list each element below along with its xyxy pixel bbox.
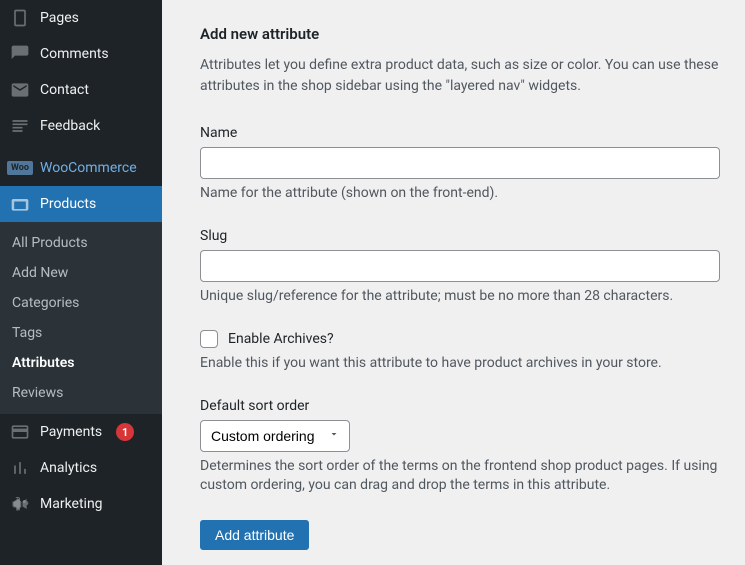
- slug-field: Slug Unique slug/reference for the attri…: [200, 228, 725, 307]
- submenu-add-new[interactable]: Add New: [0, 258, 162, 288]
- sidebar-item-contact[interactable]: Contact: [0, 72, 162, 108]
- name-field: Name Name for the attribute (shown on th…: [200, 125, 725, 204]
- sidebar-label: Pages: [40, 10, 79, 26]
- analytics-icon: [10, 458, 30, 478]
- main-content: Add new attribute Attributes let you def…: [162, 0, 745, 565]
- sidebar-item-feedback[interactable]: Feedback: [0, 108, 162, 144]
- sidebar-item-comments[interactable]: Comments: [0, 36, 162, 72]
- page-icon: [10, 8, 30, 28]
- payments-icon: [10, 422, 30, 442]
- page-heading: Add new attribute: [200, 25, 725, 43]
- submenu-categories[interactable]: Categories: [0, 288, 162, 318]
- sidebar-label: Products: [40, 196, 96, 212]
- sidebar-item-products[interactable]: Products: [0, 186, 162, 222]
- slug-help: Unique slug/reference for the attribute;…: [200, 287, 725, 307]
- archives-checkbox[interactable]: [200, 330, 218, 348]
- submenu-reviews[interactable]: Reviews: [0, 378, 162, 408]
- sidebar-label: Contact: [40, 82, 89, 98]
- archives-field: Enable Archives? Enable this if you want…: [200, 330, 725, 374]
- feedback-icon: [10, 116, 30, 136]
- submenu-attributes[interactable]: Attributes: [0, 348, 162, 378]
- mail-icon: [10, 80, 30, 100]
- sidebar-label: WooCommerce: [40, 160, 137, 176]
- sidebar-label: Payments: [40, 424, 102, 440]
- sidebar-item-marketing[interactable]: Marketing: [0, 486, 162, 522]
- slug-input[interactable]: [200, 250, 720, 282]
- comment-icon: [10, 44, 30, 64]
- sort-label: Default sort order: [200, 398, 725, 414]
- payments-badge: 1: [116, 423, 134, 441]
- sidebar-item-analytics[interactable]: Analytics: [0, 450, 162, 486]
- intro-text: Attributes let you define extra product …: [200, 55, 725, 97]
- products-icon: [10, 194, 30, 214]
- submenu-tags[interactable]: Tags: [0, 318, 162, 348]
- name-input[interactable]: [200, 147, 720, 179]
- archives-label: Enable Archives?: [228, 331, 334, 347]
- name-help: Name for the attribute (shown on the fro…: [200, 184, 725, 204]
- sidebar-label: Comments: [40, 46, 109, 62]
- sort-help: Determines the sort order of the terms o…: [200, 457, 720, 496]
- woo-icon: Woo: [10, 158, 30, 178]
- sidebar-item-woocommerce[interactable]: Woo WooCommerce: [0, 150, 162, 186]
- submenu-all-products[interactable]: All Products: [0, 228, 162, 258]
- sidebar-label: Feedback: [40, 118, 100, 134]
- archives-help: Enable this if you want this attribute t…: [200, 354, 725, 374]
- add-attribute-button[interactable]: Add attribute: [200, 520, 309, 550]
- sidebar-item-pages[interactable]: Pages: [0, 0, 162, 36]
- sidebar-item-payments[interactable]: Payments 1: [0, 414, 162, 450]
- admin-sidebar: Pages Comments Contact Feedback Woo WooC…: [0, 0, 162, 565]
- marketing-icon: [10, 494, 30, 514]
- sidebar-label: Marketing: [40, 496, 103, 512]
- name-label: Name: [200, 125, 725, 141]
- slug-label: Slug: [200, 228, 725, 244]
- sort-field: Default sort order Custom ordering Deter…: [200, 398, 725, 496]
- sort-select[interactable]: Custom ordering: [200, 420, 350, 452]
- products-submenu: All Products Add New Categories Tags Att…: [0, 222, 162, 414]
- sidebar-label: Analytics: [40, 460, 97, 476]
